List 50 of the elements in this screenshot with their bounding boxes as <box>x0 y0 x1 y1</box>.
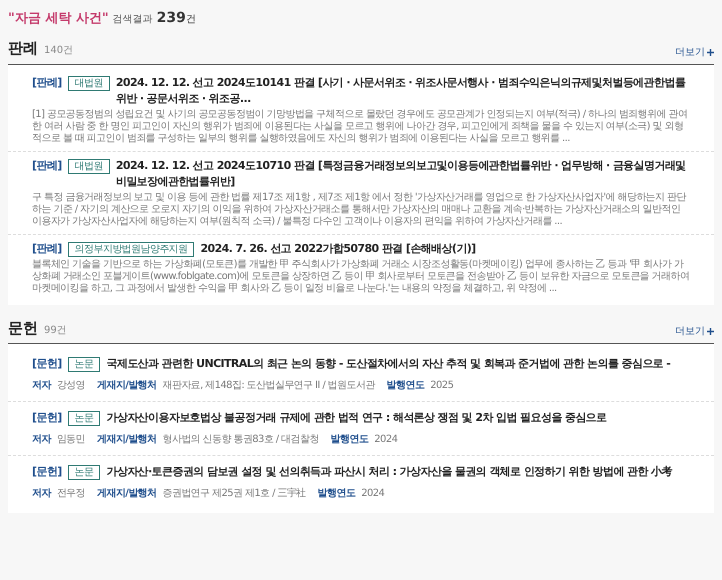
search-query: "자금 세탁 사건" <box>8 10 109 28</box>
section-count: 99건 <box>44 324 67 338</box>
plus-icon <box>707 48 714 56</box>
section-title: 판례 <box>8 38 38 59</box>
category-link[interactable]: [판례] <box>32 74 62 90</box>
category-link[interactable]: [문헌] <box>32 410 62 426</box>
result-title[interactable]: 가상자산이용자보호법상 불공정거래 규제에 관한 법적 연구 : 해석론상 쟁점 및 2차 입법 필요성을 중심으로 <box>106 410 607 426</box>
result-title[interactable]: 가상자산·토큰증권의 담보권 설정 및 선의취득과 파산시 처리 : 가상자산을 물권의 객체로 인정하기 위한 방법에 관한 小考 <box>106 464 672 480</box>
meta-value: 증권법연구 제25권 제1호 / 三宇社 <box>162 486 306 501</box>
more-link[interactable]: 더보기 <box>675 324 714 339</box>
category-link[interactable]: [판례] <box>32 240 62 256</box>
section-count: 140건 <box>44 44 74 58</box>
meta-label: 발행연도 <box>386 379 424 393</box>
result-title[interactable]: 2024. 12. 12. 선고 2024도10710 판결 [특정금융거래정보의보고및이용등에관한법률위반 · 업무방해 · 금융실명거래및비밀보장에관한법률위반] <box>116 158 690 190</box>
meta-label: 발행연도 <box>318 487 356 501</box>
more-link[interactable]: 더보기 <box>675 44 714 60</box>
court-badge: 논문 <box>68 465 100 480</box>
category-link[interactable]: [판례] <box>32 158 62 174</box>
meta-value: 재판자료, 제148집: 도산법실무연구 II / 법원도서관 <box>162 379 375 393</box>
section-title: 문헌 <box>8 318 38 338</box>
court-badge: 논문 <box>68 357 100 372</box>
meta-label: 게재지/발행처 <box>97 379 156 393</box>
court-badge: 논문 <box>68 411 100 426</box>
meta-label: 저자 <box>32 433 51 447</box>
meta-label: 게재지/발행처 <box>97 487 156 501</box>
meta-value: 2024 <box>374 433 398 447</box>
meta-label: 게재지/발행처 <box>97 433 156 447</box>
result-snippet: 구 특정 금융거래정보의 보고 및 이용 등에 관한 법률 제17조 제1항 , 제7조 제1항 에서 정한 '가상자산거래를 영업으로 한 가상자산사업자'에 해당하는지 판단하는 기준 / 자기의 계산으로 오로지 자기의 이익을 위하여 가상자산거래소를 통해서만 가상자산의 매매나 교환을 계속·반복하는 가상자산거래소의 일반적인 이용자가 가상자산사업자에 해당하는지 여부(원칙적 소극) / 불특정 다수인 고객이나 이용자의 편익을 위하여 가상자산거래를 ... <box>32 192 688 228</box>
meta-value: 강성영 <box>56 379 86 393</box>
result-title[interactable]: 2024. 7. 26. 선고 2022가합50780 판결 [손해배상(기)] <box>200 240 476 256</box>
meta-value: 임동민 <box>56 433 86 447</box>
meta-label: 발행연도 <box>330 433 368 447</box>
court-badge: 대법원 <box>68 158 110 174</box>
result-snippet: [1] 공모공동정범의 성립요건 및 사기의 공모공동정범이 기망방법을 구체적으로 몰랐던 경우에도 공모관계가 인정되는지 여부(적극) / 하나의 범죄행위에 관여한 여러 사람 중 한 명인 피고인이 자신의 행위가 범죄에 이용된다는 사실을 모르고 행위에 나아간 경우, 피고인에게 죄책을 물을 수 있는지 여부(소극) 및 외형적으로 볼 때 피고인이 범죄를 구성하는 일부의 행위를 실행하였음에도 자신의 행위가 범죄에 이용된다는 사실을 모르고 행위를 ... <box>32 108 688 144</box>
plus-icon <box>707 328 714 335</box>
meta-value: 2025 <box>430 379 454 393</box>
results-count: 239건 <box>156 9 196 28</box>
meta-value: 형사법의 신동향 통권83호 / 대검찰청 <box>162 433 319 447</box>
court-badge: 대법원 <box>68 76 110 90</box>
meta-label: 저자 <box>32 487 51 501</box>
meta-value: 전우정 <box>56 487 86 501</box>
results-label: 검색결과 <box>112 13 153 27</box>
result-title[interactable]: 2024. 12. 12. 선고 2024도10141 판결 [사기 · 사문서위조 · 위조사문서행사 · 범죄수익은닉의규제및처벌등에관한법률위반 · 공문서위조 · 위조공... <box>116 74 690 106</box>
result-snippet: 블록체인 기술을 기반으로 하는 가상화폐(모토큰)를 개발한 甲 주식회사가 가상화폐 거래소 시장조성활동(마켓메이킹) 업무에 종사하는 乙 등과 '甲 회사가 가상화폐 거래소인 포블게이트(www.foblgate.com)에 모토큰을 상장하면 乙 등이 甲 회사로부터 모토큰을 전송받아 乙 등이 보유한 자금으로 모토큰을 거래하여 마켓메이킹을 하고, 그 과정에서 발생한 수익을 甲 회사와 乙 등이 일정 비율로 나눈다.'는 내용의 약정을 체결하고, 위 약정에 ... <box>32 258 690 294</box>
meta-label: 저자 <box>32 379 51 393</box>
court-badge: 의정부지방법원남양주지원 <box>68 242 194 256</box>
meta-value: 2024 <box>361 487 384 501</box>
result-title[interactable]: 국제도산과 관련한 UNCITRAL의 최근 논의 동향 - 도산절차에서의 자산 추적 및 회복과 준거법에 관한 논의를 중심으로 - <box>106 356 670 372</box>
category-link[interactable]: [문헌] <box>32 464 62 480</box>
category-link[interactable]: [문헌] <box>32 356 62 372</box>
